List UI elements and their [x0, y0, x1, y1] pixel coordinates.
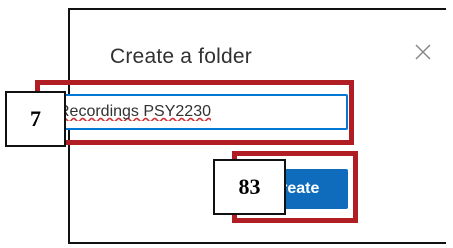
input-highlight-box: [35, 80, 354, 145]
step-label-button: 83: [213, 159, 286, 215]
close-icon[interactable]: [414, 43, 432, 61]
dialog-title: Create a folder: [110, 45, 252, 68]
step-label-input: 7: [5, 91, 66, 147]
